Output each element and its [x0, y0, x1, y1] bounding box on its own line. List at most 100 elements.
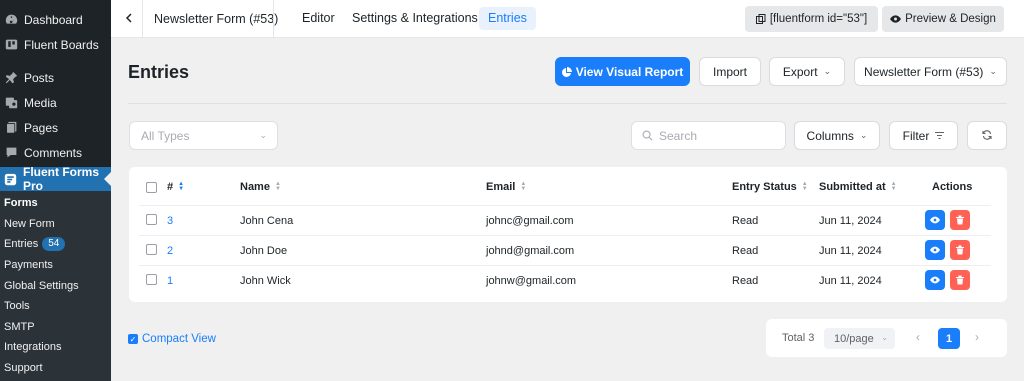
column-header-label: Actions: [932, 181, 973, 193]
view-entry-button[interactable]: [925, 210, 945, 230]
column-header-email[interactable]: Email ▲ ▼: [486, 181, 526, 193]
copy-shortcode-button[interactable]: [fluentform id="53"]: [745, 6, 878, 32]
filter-button[interactable]: Filter: [889, 121, 958, 150]
submenu-item-forms[interactable]: Forms: [0, 193, 111, 214]
sort-icon: ▲ ▼: [801, 181, 808, 192]
per-page-select[interactable]: 10/page ⌄: [824, 328, 895, 349]
refresh-icon: [982, 129, 992, 143]
media-icon: [4, 96, 18, 110]
column-header-name[interactable]: Name ▲ ▼: [240, 181, 281, 193]
sidebar-label: Fluent Forms Pro: [23, 165, 100, 193]
entry-id-link[interactable]: 2: [167, 245, 173, 257]
column-header-id[interactable]: # ▲ ▼: [167, 181, 184, 193]
sidebar-item-pages[interactable]: Pages: [0, 115, 111, 140]
sidebar-item-fluent-forms-pro[interactable]: Fluent Forms Pro: [0, 165, 111, 193]
delete-entry-button[interactable]: [950, 270, 970, 290]
tab-settings-integrations[interactable]: Settings & Integrations: [343, 7, 487, 30]
export-label: Export: [782, 64, 818, 79]
search-icon: [642, 130, 653, 141]
delete-entry-button[interactable]: [950, 210, 970, 230]
submenu-item-entries[interactable]: Entries 54: [0, 234, 111, 255]
prev-page-icon[interactable]: ‹: [916, 330, 920, 344]
column-header-actions: Actions: [932, 181, 972, 193]
entry-email: johnc@gmail.com: [486, 215, 574, 227]
column-header-label: Submitted at: [819, 181, 886, 193]
filter-label: Filter: [902, 128, 930, 143]
sidebar-item-fluent-boards[interactable]: Fluent Boards: [0, 32, 111, 57]
submenu-item-payments[interactable]: Payments: [0, 255, 111, 276]
import-button[interactable]: Import: [699, 57, 761, 86]
pie-chart-icon: [561, 66, 572, 77]
tab-editor[interactable]: Editor: [293, 7, 344, 30]
fluent-forms-icon: [4, 172, 17, 186]
checkmark-icon: ✓: [128, 334, 138, 344]
submenu-label: Support: [4, 362, 43, 375]
export-dropdown[interactable]: Export ⌄: [769, 57, 845, 86]
sidebar-label: Fluent Boards: [24, 37, 99, 52]
entry-id-link[interactable]: 1: [167, 275, 173, 287]
entries-table: # ▲ ▼ Name ▲ ▼ Email ▲ ▼ Entry Status ▲ ▼ Su…: [129, 167, 1007, 302]
refresh-button[interactable]: [967, 121, 1007, 150]
view-visual-report-button[interactable]: View Visual Report: [555, 57, 690, 86]
row-checkbox[interactable]: [146, 274, 157, 285]
view-entry-button[interactable]: [925, 240, 945, 260]
sidebar-label: Media: [24, 95, 57, 110]
columns-label: Columns: [806, 128, 854, 143]
admin-sidebar: Dashboard Fluent Boards Posts Media Page…: [0, 0, 111, 381]
eye-icon: [890, 15, 902, 23]
submenu-item-smtp[interactable]: SMTP: [0, 317, 111, 338]
entry-submitted: Jun 11, 2024: [819, 245, 882, 257]
column-header-submitted-at[interactable]: Submitted at ▲ ▼: [819, 181, 897, 193]
entry-submitted: Jun 11, 2024: [819, 275, 882, 287]
column-header-label: Name: [240, 181, 270, 193]
chevron-down-icon: ⌄: [989, 66, 997, 76]
back-arrow-icon[interactable]: [121, 10, 137, 26]
sidebar-label: Pages: [24, 120, 59, 135]
import-label: Import: [712, 64, 747, 79]
columns-dropdown[interactable]: Columns ⌄: [794, 121, 880, 150]
view-entry-button[interactable]: [925, 270, 945, 290]
sidebar-item-comments[interactable]: Comments: [0, 140, 111, 165]
fluent-forms-submenu: Forms New Form Entries 54 Payments Global…: [0, 191, 111, 381]
delete-entry-button[interactable]: [950, 240, 970, 260]
tab-entries[interactable]: Entries: [479, 7, 536, 30]
sidebar-item-media[interactable]: Media: [0, 90, 111, 115]
submenu-item-global-settings[interactable]: Global Settings: [0, 275, 111, 296]
sort-icon: ▲ ▼: [520, 181, 527, 192]
entry-email: johnw@gmail.com: [486, 275, 577, 287]
submenu-item-integrations[interactable]: Integrations: [0, 337, 111, 358]
column-header-entry-status[interactable]: Entry Status ▲ ▼: [732, 181, 808, 193]
eye-icon: [930, 216, 940, 224]
compact-view-toggle[interactable]: ✓ Compact View: [128, 333, 216, 345]
column-header-label: Entry Status: [732, 181, 797, 193]
row-checkbox[interactable]: [146, 214, 157, 225]
sidebar-label: Posts: [24, 70, 55, 85]
submenu-item-new-form[interactable]: New Form: [0, 214, 111, 235]
sidebar-item-posts[interactable]: Posts: [0, 65, 111, 90]
row-checkbox[interactable]: [146, 244, 157, 255]
submenu-item-support[interactable]: Support: [0, 358, 111, 379]
per-page-value: 10/page: [834, 332, 874, 345]
preview-design-button[interactable]: Preview & Design: [882, 6, 1004, 32]
dashboard-icon: [4, 13, 18, 27]
select-all-checkbox[interactable]: [146, 182, 157, 193]
sidebar-item-dashboard[interactable]: Dashboard: [0, 7, 111, 32]
trash-icon: [956, 275, 964, 285]
sort-icon: ▲ ▼: [890, 181, 897, 192]
form-title: Newsletter Form (#53): [154, 12, 279, 26]
row-divider: [139, 235, 991, 236]
submenu-label: Tools: [4, 300, 30, 313]
chevron-down-icon: ⌄: [259, 130, 267, 140]
form-select-label: Newsletter Form (#53): [864, 64, 984, 79]
entry-id-link[interactable]: 3: [167, 215, 173, 227]
entry-email: johnd@gmail.com: [486, 245, 575, 257]
entry-status: Read: [732, 275, 759, 287]
page-number-current[interactable]: 1: [938, 328, 960, 349]
search-input[interactable]: Search: [631, 121, 786, 150]
entries-count-badge: 54: [42, 237, 66, 252]
form-select-dropdown[interactable]: Newsletter Form (#53) ⌄: [854, 57, 1007, 86]
entry-type-select[interactable]: All Types ⌄: [129, 121, 278, 150]
next-page-icon[interactable]: ›: [975, 330, 979, 344]
submenu-item-tools[interactable]: Tools: [0, 296, 111, 317]
submenu-label: New Form: [4, 217, 55, 230]
